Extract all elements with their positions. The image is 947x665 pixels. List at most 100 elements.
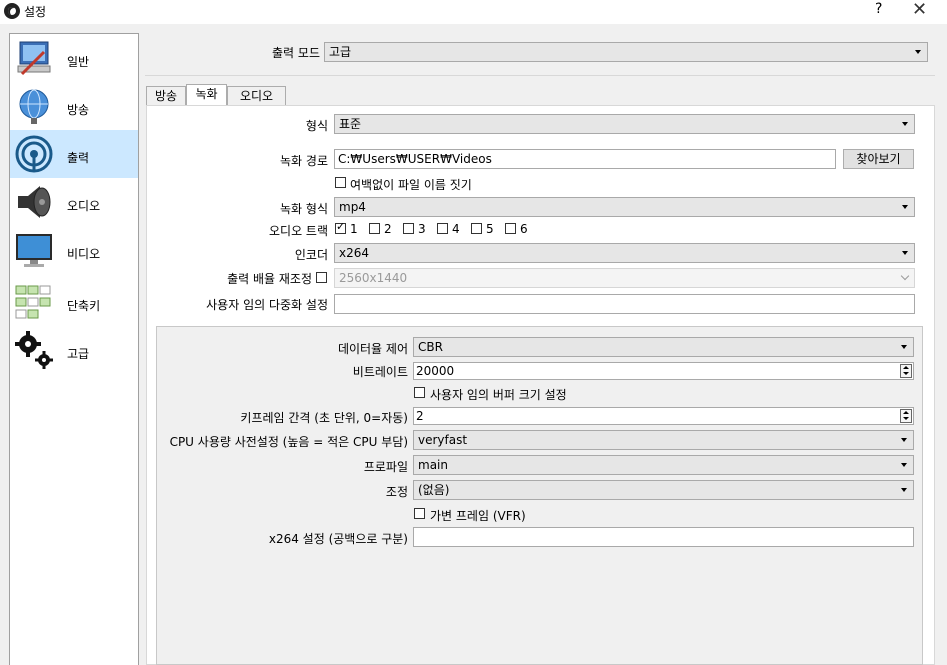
muxer-settings-label: 사용자 임의 다중화 설정 bbox=[206, 298, 328, 312]
profile-label: 프로파일 bbox=[363, 460, 408, 474]
recording-format-label: 녹화 형식 bbox=[280, 202, 328, 216]
spin-arrows-icon[interactable] bbox=[900, 409, 912, 423]
sidebar-item-video[interactable]: 비디오 bbox=[10, 226, 138, 274]
chevron-down-icon bbox=[902, 251, 908, 255]
no-space-filename-label: 여백없이 파일 이름 짓기 bbox=[350, 178, 472, 192]
tune-value: (없음) bbox=[418, 483, 450, 497]
gears-icon bbox=[15, 331, 53, 369]
recording-type-label: 형식 bbox=[305, 119, 328, 133]
output-signal-icon bbox=[15, 135, 53, 173]
sidebar-item-broadcast[interactable]: 방송 bbox=[10, 82, 138, 130]
audio-track-5-checkbox[interactable] bbox=[471, 223, 482, 234]
audio-track-4-checkbox[interactable] bbox=[437, 223, 448, 234]
tab-audio[interactable]: 오디오 bbox=[227, 86, 286, 106]
cpu-preset-select[interactable]: veryfast bbox=[413, 430, 914, 450]
recording-type-select[interactable]: 표준 bbox=[334, 114, 915, 134]
rate-control-label: 데이터율 제어 bbox=[337, 342, 408, 356]
sidebar-item-output[interactable]: 출력 bbox=[10, 130, 138, 178]
audio-track-2-label: 2 bbox=[384, 222, 392, 236]
sidebar-item-label: 비디오 bbox=[67, 247, 101, 261]
sidebar-item-hotkeys[interactable]: 단축키 bbox=[10, 278, 138, 326]
rate-control-select[interactable]: CBR bbox=[413, 337, 914, 357]
recording-format-value: mp4 bbox=[339, 200, 366, 214]
divider bbox=[145, 75, 935, 76]
vfr-label: 가변 프레임 (VFR) bbox=[430, 509, 526, 523]
output-mode-label: 출력 모드 bbox=[272, 46, 320, 60]
x264-options-input[interactable] bbox=[413, 527, 914, 547]
chevron-down-icon bbox=[902, 205, 908, 209]
window-title: 설정 bbox=[24, 5, 47, 19]
sidebar-item-general[interactable]: 일반 bbox=[10, 34, 138, 82]
audio-track-1-checkbox[interactable] bbox=[335, 220, 346, 234]
sidebar-item-label: 단축키 bbox=[67, 299, 101, 313]
sidebar-item-advanced[interactable]: 고급 bbox=[10, 326, 138, 374]
audio-track-4-label: 4 bbox=[452, 222, 460, 236]
bitrate-spinbox[interactable]: 20000 bbox=[413, 362, 914, 380]
tune-label: 조정 bbox=[385, 485, 408, 499]
recording-format-select[interactable]: mp4 bbox=[334, 197, 915, 217]
sidebar-item-label: 오디오 bbox=[67, 199, 101, 213]
audio-track-6-label: 6 bbox=[520, 222, 528, 236]
custom-buffer-checkbox[interactable] bbox=[414, 387, 425, 398]
tab-recording[interactable]: 녹화 bbox=[186, 84, 227, 106]
output-mode-value: 고급 bbox=[329, 45, 352, 59]
spin-arrows-icon[interactable] bbox=[900, 364, 912, 378]
title-bar: 설정 ? ✕ bbox=[0, 0, 947, 24]
audio-track-5-label: 5 bbox=[486, 222, 494, 236]
rescale-resolution-select[interactable]: 2560x1440 bbox=[334, 268, 915, 288]
cpu-preset-label: CPU 사용량 사전설정 (높음 = 적은 CPU 부담) bbox=[169, 435, 408, 449]
rate-control-value: CBR bbox=[418, 340, 443, 354]
audio-track-3-label: 3 bbox=[418, 222, 426, 236]
muxer-settings-input[interactable] bbox=[334, 294, 915, 314]
sidebar-item-audio[interactable]: 오디오 bbox=[10, 178, 138, 226]
rescale-checkbox[interactable] bbox=[316, 272, 327, 283]
profile-select[interactable]: main bbox=[413, 455, 914, 475]
rescale-label: 출력 배율 재조정 bbox=[227, 272, 312, 286]
x264-options-label: x264 설정 (공백으로 구분) bbox=[268, 532, 408, 546]
tune-select[interactable]: (없음) bbox=[413, 480, 914, 500]
audio-track-label: 오디오 트랙 bbox=[268, 224, 328, 238]
bitrate-label: 비트레이트 bbox=[352, 365, 408, 379]
audio-track-2-checkbox[interactable] bbox=[369, 223, 380, 234]
chevron-down-icon bbox=[915, 50, 921, 54]
recording-path-label: 녹화 경로 bbox=[280, 154, 328, 168]
profile-value: main bbox=[418, 458, 448, 472]
sidebar-item-label: 출력 bbox=[67, 151, 90, 165]
audio-track-6-checkbox[interactable] bbox=[505, 223, 516, 234]
encoder-label: 인코더 bbox=[294, 248, 328, 262]
encoder-value: x264 bbox=[339, 246, 370, 260]
settings-sidebar: 일반 방송 출력 오디오 비디오 단축키 고급 bbox=[9, 33, 139, 665]
chevron-down-icon bbox=[900, 271, 910, 281]
keyframe-interval-value: 2 bbox=[416, 409, 424, 423]
browse-button[interactable]: 찾아보기 bbox=[843, 149, 914, 169]
chevron-down-icon bbox=[901, 345, 907, 349]
encoder-select[interactable]: x264 bbox=[334, 243, 915, 263]
output-mode-select[interactable]: 고급 bbox=[324, 42, 928, 62]
vfr-checkbox[interactable] bbox=[414, 508, 425, 519]
help-button[interactable]: ? bbox=[875, 1, 882, 17]
recording-path-input[interactable]: C:₩Users₩USER₩Videos bbox=[334, 149, 836, 169]
monitor-icon bbox=[16, 234, 52, 267]
general-computer-icon bbox=[17, 41, 51, 76]
custom-buffer-label: 사용자 임의 버퍼 크기 설정 bbox=[430, 388, 567, 402]
chevron-down-icon bbox=[901, 438, 907, 442]
keyframe-interval-label: 키프레임 간격 (초 단위, 0=자동) bbox=[240, 411, 408, 425]
rescale-resolution-value: 2560x1440 bbox=[339, 271, 408, 285]
audio-track-1-label: 1 bbox=[350, 222, 358, 236]
bitrate-value: 20000 bbox=[416, 364, 455, 378]
recording-type-value: 표준 bbox=[339, 117, 362, 131]
sidebar-item-label: 방송 bbox=[67, 103, 90, 117]
cpu-preset-value: veryfast bbox=[418, 433, 468, 447]
close-button[interactable]: ✕ bbox=[912, 0, 927, 20]
no-space-filename-checkbox[interactable] bbox=[335, 177, 346, 188]
speaker-icon bbox=[18, 186, 51, 218]
obs-logo-icon bbox=[4, 3, 20, 19]
hotkeys-grid-icon bbox=[15, 285, 51, 319]
tab-streaming[interactable]: 방송 bbox=[146, 86, 186, 106]
chevron-down-icon bbox=[902, 122, 908, 126]
chevron-down-icon bbox=[901, 463, 907, 467]
sidebar-item-label: 고급 bbox=[67, 347, 90, 361]
broadcast-globe-icon bbox=[19, 89, 49, 124]
audio-track-3-checkbox[interactable] bbox=[403, 223, 414, 234]
keyframe-interval-spinbox[interactable]: 2 bbox=[413, 407, 914, 425]
